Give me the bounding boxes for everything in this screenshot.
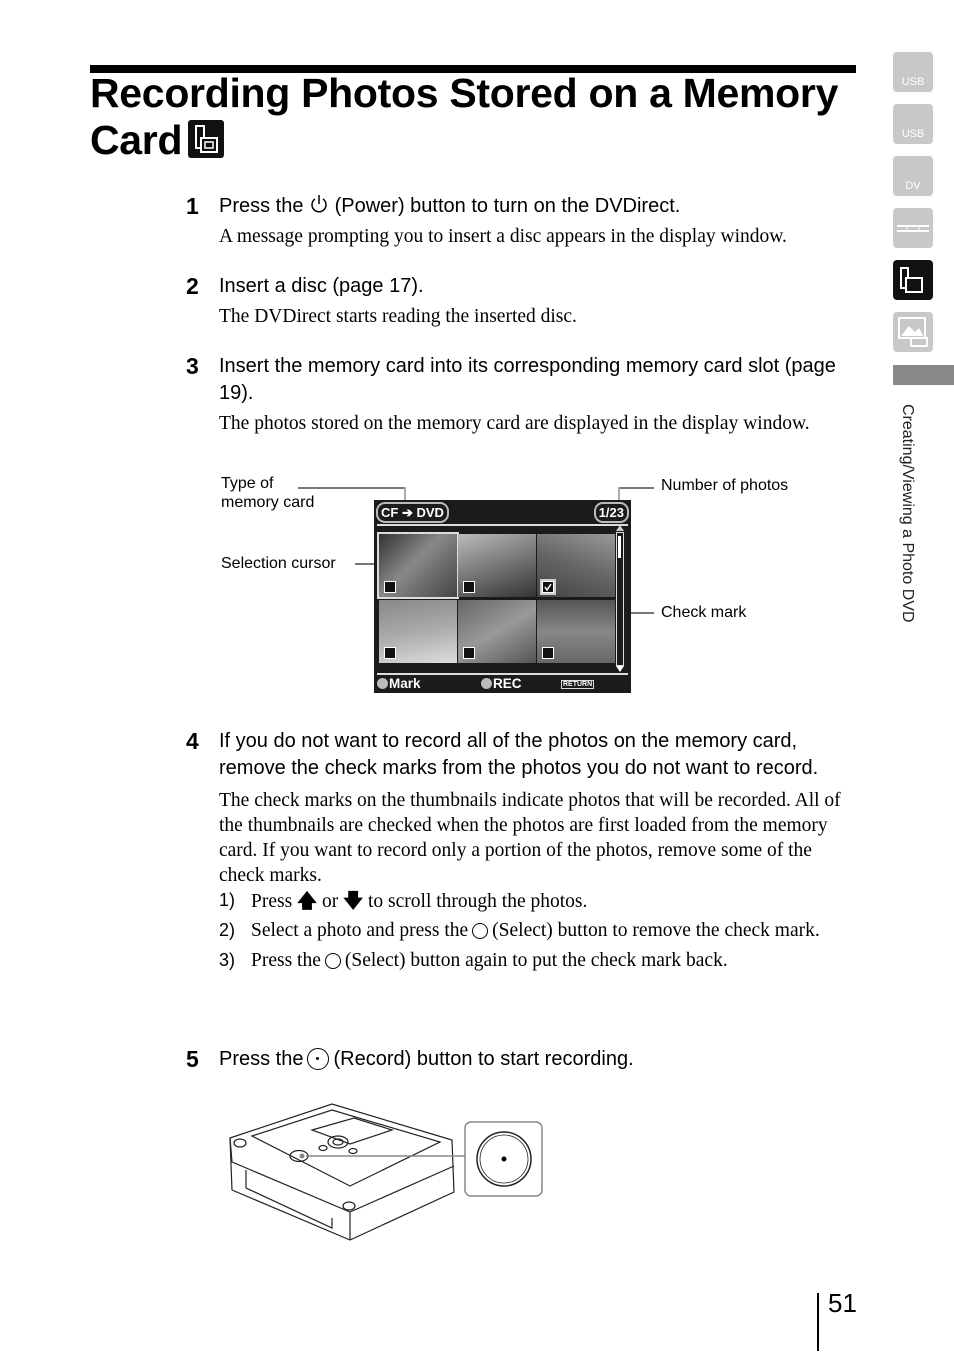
- step-2: 2 Insert a disc (page 17). The DVDirect …: [186, 273, 856, 329]
- step-number: 1: [186, 193, 199, 219]
- power-icon: [311, 195, 327, 213]
- step-4: 4 If you do not want to record all of th…: [186, 728, 856, 973]
- leader-line: [404, 487, 406, 501]
- substep-3: 3) Press the (Select) button again to put …: [219, 950, 728, 971]
- card-type-label: CF ➔ DVD: [376, 502, 449, 523]
- substep-1: 1) Press 🡅 or 🡇 to scroll through the pho…: [219, 889, 588, 912]
- step-description: The check marks on the thumbnails indica…: [219, 790, 841, 886]
- step-5: 5 Press the (Record) button to start reco…: [186, 1046, 856, 1073]
- rec-hint: REC: [481, 676, 522, 691]
- section-marker: [893, 365, 954, 385]
- divider: [377, 524, 628, 526]
- button-dot-icon: [377, 678, 388, 689]
- side-tab-photo[interactable]: [893, 312, 933, 352]
- thumbnail-2[interactable]: [458, 534, 536, 597]
- scroll-down-icon[interactable]: [615, 665, 625, 673]
- step-heading: If you do not want to record all of the …: [219, 730, 819, 779]
- button-dot-icon: [481, 678, 492, 689]
- callout-number-of-photos: Number of photos: [661, 477, 789, 494]
- down-arrow-icon: 🡇: [343, 889, 364, 912]
- select-button-icon: [472, 923, 489, 939]
- thumbnail-5[interactable]: [458, 600, 536, 663]
- vcr-icon: [897, 225, 929, 232]
- step-3: 3 Insert the memory card into its corres…: [186, 353, 856, 436]
- device-screen: [310, 1117, 394, 1145]
- callout-selection-cursor: Selection cursor: [221, 555, 336, 572]
- record-icon: [307, 1048, 330, 1070]
- scroll-up-icon[interactable]: [615, 524, 625, 532]
- scrollbar-thumb[interactable]: [618, 536, 621, 558]
- section-label: Creating/Viewing a Photo DVD: [899, 404, 916, 623]
- step-description: The photos stored on the memory card are…: [219, 413, 810, 434]
- check-box[interactable]: [384, 647, 396, 659]
- check-box-checked[interactable]: [540, 579, 556, 595]
- check-icon: [544, 583, 552, 592]
- check-box[interactable]: [463, 647, 475, 659]
- step-number: 2: [186, 273, 199, 299]
- side-tab-usb-flash[interactable]: USB: [893, 52, 933, 92]
- side-tab-dv[interactable]: DV: [893, 156, 933, 196]
- display-window: CF ➔ DVD 1/23 Mark REC RETURNMenu: [374, 500, 631, 706]
- step-heading: Insert the memory card into its correspo…: [219, 355, 836, 404]
- step-number: 3: [186, 353, 199, 379]
- step-1: 1 Press the (Power) button to turn on th…: [186, 193, 856, 249]
- thumbnail-6[interactable]: [537, 600, 615, 663]
- side-tab-memory-card[interactable]: [893, 260, 933, 300]
- check-box[interactable]: [542, 647, 554, 659]
- thumbnail-3[interactable]: [537, 534, 615, 597]
- menu-hint: RETURNMenu: [561, 680, 597, 706]
- mark-hint: Mark: [377, 676, 421, 691]
- page-title: Recording Photos Stored on a Memory Card: [90, 70, 839, 163]
- callout-type-of-card: Type of memory card: [221, 475, 315, 511]
- return-icon: RETURN: [561, 680, 595, 689]
- memory-card-icon: [188, 120, 225, 158]
- step-number: 4: [186, 728, 199, 754]
- substep-2: 2) Select a photo and press the (Select) b…: [219, 920, 820, 941]
- dvdirect-device-illustration: [229, 1103, 543, 1241]
- side-tab-usb-camcorder[interactable]: USB: [893, 104, 933, 144]
- page-number-rule: [817, 1293, 819, 1351]
- select-button-icon: [324, 953, 341, 969]
- leader-line: [298, 487, 404, 489]
- thumbnail-1[interactable]: [377, 532, 459, 599]
- step-heading: Press the (Record) button to start record…: [219, 1048, 634, 1070]
- callout-check-mark: Check mark: [661, 604, 747, 621]
- step-description: The DVDirect starts reading the inserted…: [219, 306, 577, 327]
- step-number: 5: [186, 1046, 199, 1072]
- thumbnail-4[interactable]: [379, 600, 457, 663]
- side-tab-vcr[interactable]: [893, 208, 933, 248]
- leader-line: [618, 487, 620, 501]
- scrollbar[interactable]: [616, 532, 624, 666]
- check-box[interactable]: [384, 581, 396, 593]
- page-number: 51: [828, 1288, 857, 1318]
- photo-count-label: 1/23: [593, 502, 629, 523]
- divider: [377, 673, 628, 675]
- step-description: A message prompting you to insert a disc…: [219, 226, 787, 247]
- memory-card-icon: [900, 267, 923, 293]
- step-heading: Insert a disc (page 17).: [219, 275, 424, 297]
- up-arrow-icon: 🡅: [297, 889, 318, 912]
- step-heading: Press the (Power) button to turn on the …: [219, 195, 681, 217]
- photo-usb-icon: [898, 317, 928, 347]
- device-body: [229, 1103, 455, 1241]
- leader-line: [618, 487, 654, 489]
- check-box[interactable]: [463, 581, 475, 593]
